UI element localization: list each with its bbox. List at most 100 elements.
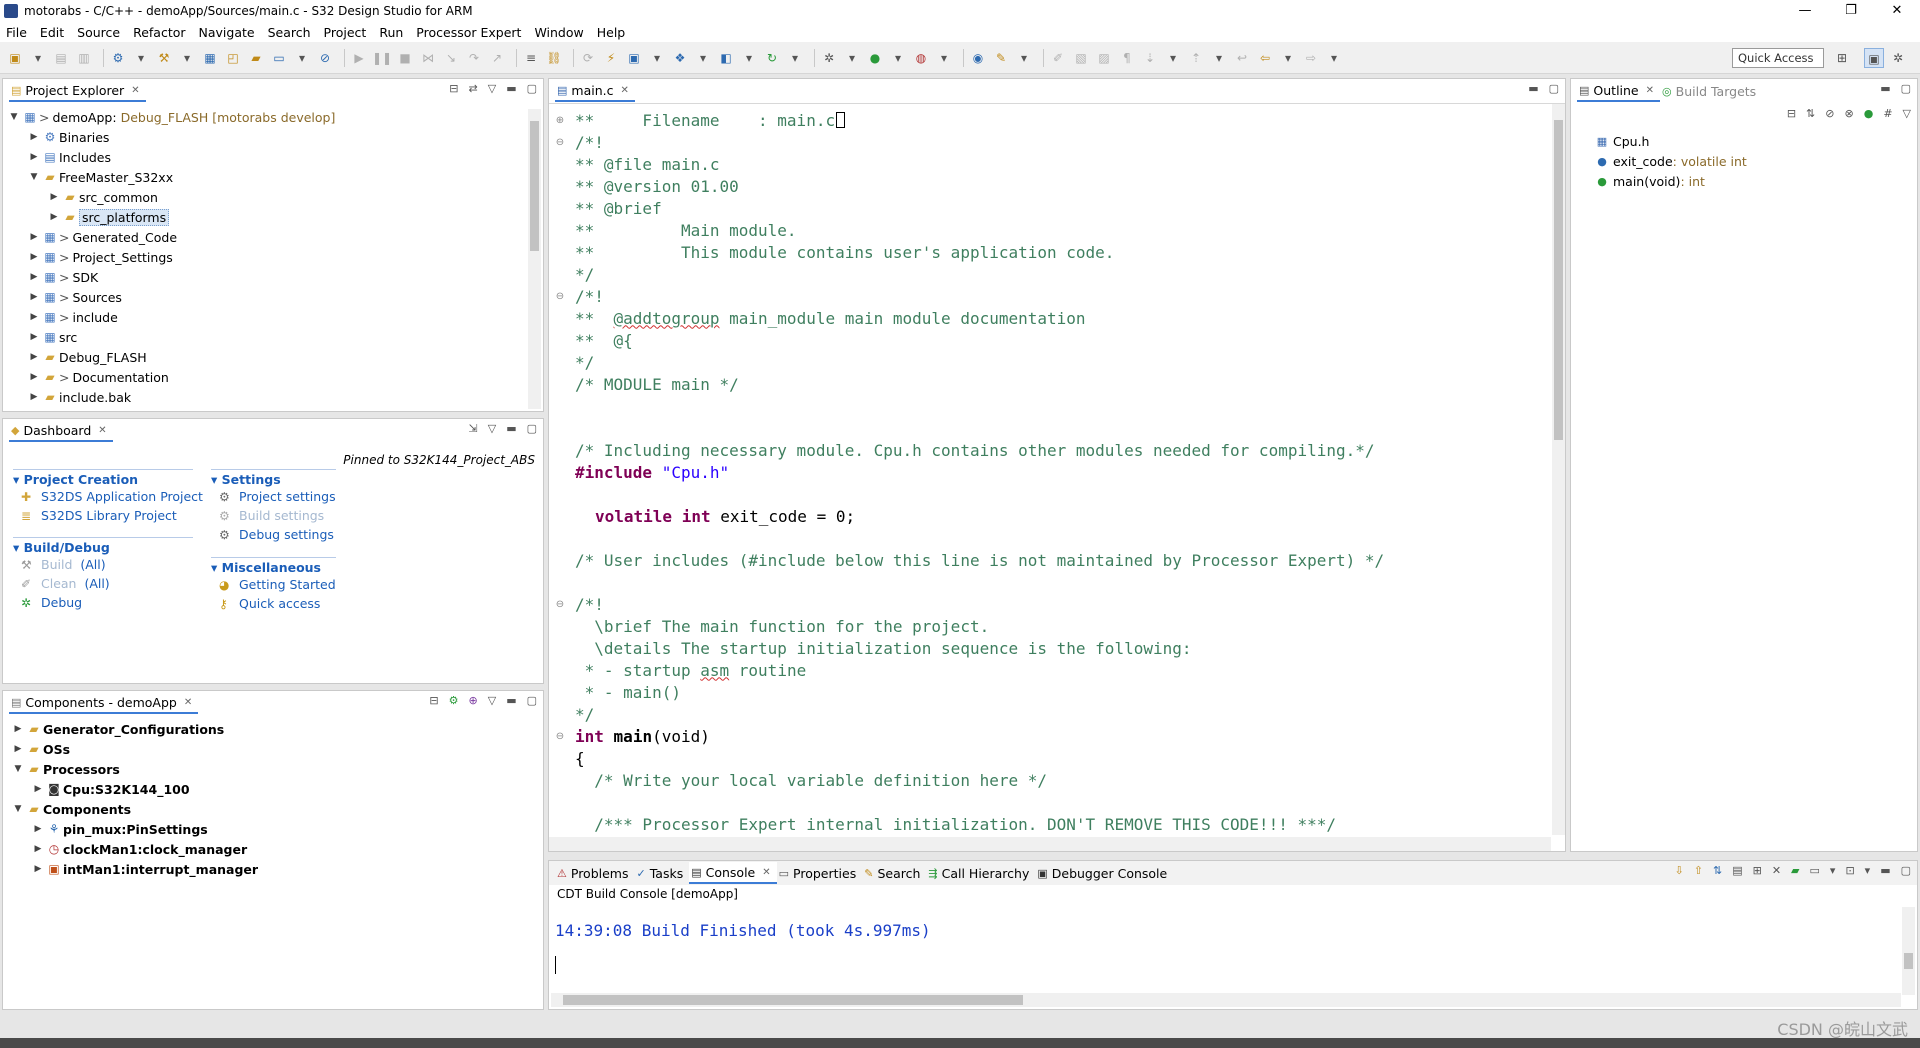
restore-button[interactable]: ❐ (1828, 0, 1874, 22)
tree-item[interactable]: ▶ ▦ > include (3, 307, 543, 327)
tab-search[interactable]: ✎ Search (862, 862, 926, 884)
dropdown-icon[interactable]: ▾ (1164, 49, 1182, 67)
dropdown-icon[interactable]: ▾ (648, 49, 666, 67)
close-icon[interactable]: ✕ (98, 425, 106, 436)
refresh-icon[interactable]: ↻ (763, 49, 781, 67)
project-settings-link[interactable]: ⚙ Project settings (211, 487, 336, 506)
close-icon[interactable]: ✕ (131, 85, 139, 96)
dropdown-icon[interactable]: ▾ (935, 49, 953, 67)
menu-help[interactable]: Help (597, 25, 626, 40)
save-icon[interactable]: ▤ (52, 49, 70, 67)
collapsed-arrow-icon[interactable]: ▶ (27, 392, 41, 402)
tree-item[interactable]: ▶ ◷ clockMan1:clock_manager (3, 839, 543, 859)
component-library-icon[interactable]: ⊕ (469, 694, 478, 707)
new-class-icon[interactable]: ◧ (717, 49, 735, 67)
whitespace-icon[interactable]: ¶ (1118, 49, 1136, 67)
run-icon[interactable]: ● (866, 49, 884, 67)
scroll-up-icon[interactable]: ⇧ (1694, 864, 1703, 877)
tree-item-selected[interactable]: ▶ ▰ src_platforms (3, 207, 543, 227)
maximize-icon[interactable]: ▢ (1901, 864, 1911, 877)
dropdown-icon[interactable]: ▾ (1279, 49, 1297, 67)
suspend-icon[interactable]: ❚❚ (372, 49, 392, 67)
tree-item[interactable]: ▶ ▰ OSs (3, 739, 543, 759)
tree-item[interactable]: ▶ ▦ > Project_Settings (3, 247, 543, 267)
collapse-all-icon[interactable]: ⊟ (449, 82, 458, 95)
expanded-arrow-icon[interactable]: ▼ (11, 764, 25, 774)
tab-call-hierarchy[interactable]: ⇶ Call Hierarchy (926, 862, 1035, 884)
collapsed-arrow-icon[interactable]: ▶ (27, 312, 41, 322)
getting-started-link[interactable]: ◕ Getting Started (211, 575, 336, 594)
dropdown-icon[interactable]: ▾ (1015, 49, 1033, 67)
close-icon[interactable]: ✕ (1646, 85, 1654, 96)
tree-item[interactable]: ▶ ▰ > Documentation (3, 367, 543, 387)
back-icon[interactable]: ⇦ (1256, 49, 1274, 67)
open-type-icon[interactable]: ◉ (969, 49, 987, 67)
close-button[interactable]: ✕ (1874, 0, 1920, 22)
open-folder-icon[interactable]: ▰ (247, 49, 265, 67)
outline-item[interactable]: ● main(void) : int (1591, 171, 1917, 191)
step-into-icon[interactable]: ↘ (442, 49, 460, 67)
maximize-icon[interactable]: ▢ (527, 82, 537, 95)
tab-debugger-console[interactable]: ▣ Debugger Console (1035, 862, 1173, 884)
console-scrollbar[interactable] (1902, 907, 1915, 995)
clear-console-icon[interactable]: ▤ (1732, 864, 1742, 877)
dropdown-icon[interactable]: ▾ (293, 49, 311, 67)
menu-navigate[interactable]: Navigate (199, 25, 255, 40)
collapsed-arrow-icon[interactable]: ▶ (27, 292, 41, 302)
toggle-mark-icon[interactable]: ✐ (1049, 49, 1067, 67)
view-menu-icon[interactable]: ▽ (1903, 107, 1911, 120)
tree-item[interactable]: ▶ ⚘ pin_mux:PinSettings (3, 819, 543, 839)
menu-run[interactable]: Run (379, 25, 403, 40)
dropdown-icon[interactable]: ▾ (29, 49, 47, 67)
sort-icon[interactable]: ⇅ (1806, 107, 1815, 120)
minimize-icon[interactable]: ▬ (506, 694, 516, 707)
fold-collapse-icon[interactable]: ⊖ (549, 137, 571, 148)
collapsed-arrow-icon[interactable]: ▶ (27, 272, 41, 282)
generate-code-icon[interactable]: ⚙ (449, 694, 459, 707)
view-menu-icon[interactable]: ▽ (488, 694, 496, 707)
tree-item[interactable]: ▼ ▰ Components (3, 799, 543, 819)
fold-collapse-icon[interactable]: ⊖ (549, 291, 571, 302)
collapsed-arrow-icon[interactable]: ▶ (27, 232, 41, 242)
link-icon[interactable]: ⛓ (545, 49, 563, 67)
collapsed-arrow-icon[interactable]: ▶ (27, 152, 41, 162)
dropdown-icon[interactable]: ▾ (178, 49, 196, 67)
code-editor[interactable]: ⊕ ** Filename : main.c ⊖ /*! ** @file main… (549, 103, 1565, 835)
scrollbar-thumb[interactable] (1554, 120, 1563, 440)
collapsed-arrow-icon[interactable]: ▶ (47, 192, 61, 202)
build-all-icon[interactable]: ▦ (201, 49, 219, 67)
tab-outline[interactable]: ▤ Outline ✕ (1577, 80, 1661, 102)
maximize-icon[interactable]: ▢ (1901, 82, 1911, 95)
editor-h-scrollbar[interactable] (549, 837, 1551, 851)
tab-properties[interactable]: ▭ Properties (777, 862, 863, 884)
expanded-arrow-icon[interactable]: ▼ (7, 112, 21, 122)
scrollbar-thumb[interactable] (1904, 953, 1913, 969)
menu-file[interactable]: File (6, 25, 27, 40)
new-icon[interactable]: ▣ (6, 49, 24, 67)
quick-access-link[interactable]: ⚷ Quick access (211, 594, 336, 613)
outline-item[interactable]: ● exit_code : volatile int (1591, 151, 1917, 171)
build-hammer-icon[interactable]: ⚒ (155, 49, 173, 67)
collapsed-arrow-icon[interactable]: ▶ (27, 352, 41, 362)
scroll-down-icon[interactable]: ⇩ (1675, 864, 1684, 877)
menu-edit[interactable]: Edit (40, 25, 64, 40)
dropdown-icon[interactable]: ▾ (740, 49, 758, 67)
minimize-icon[interactable]: ▬ (506, 82, 516, 95)
maximize-icon[interactable]: ▢ (1549, 82, 1559, 95)
section-title[interactable]: Build/Debug (13, 537, 193, 555)
expanded-arrow-icon[interactable]: ▼ (11, 804, 25, 814)
scrollbar-thumb[interactable] (530, 121, 539, 251)
debug-settings-link[interactable]: ⚙ Debug settings (211, 525, 336, 544)
collapsed-arrow-icon[interactable]: ▶ (31, 824, 45, 834)
tree-item[interactable]: ▶ ▰ Debug_FLASH (3, 347, 543, 367)
hide-static-icon[interactable]: ⊗ (1844, 107, 1853, 120)
new-library-project-link[interactable]: ≣ S32DS Library Project (13, 506, 203, 525)
pin-icon[interactable]: ⇲ (469, 422, 478, 435)
components-icon[interactable]: ❖ (671, 49, 689, 67)
dropdown-icon[interactable]: ▾ (786, 49, 804, 67)
editor-scrollbar[interactable] (1552, 104, 1565, 835)
step-over-icon[interactable]: ↷ (465, 49, 483, 67)
dropdown-icon[interactable]: ▾ (1325, 49, 1343, 67)
tree-item[interactable]: ▼ ▰ FreeMaster_S32xx (3, 167, 543, 187)
collapsed-arrow-icon[interactable]: ▶ (27, 332, 41, 342)
